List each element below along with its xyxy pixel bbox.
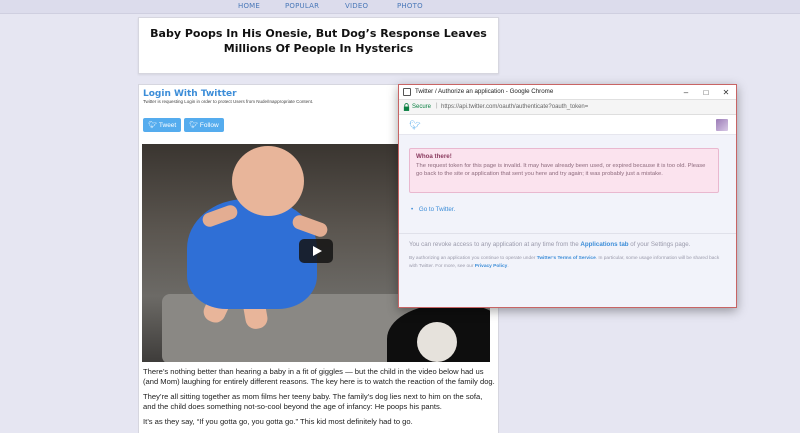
login-subtitle: Twitter is requesting Login in order to … xyxy=(143,99,314,104)
follow-button[interactable]: 🐦︎ Follow xyxy=(184,118,224,132)
twitter-logo-icon[interactable]: 🐦︎ xyxy=(409,120,420,131)
article-body: There’s nothing better than hearing a ba… xyxy=(143,367,495,433)
article-paragraph: There’s nothing better than hearing a ba… xyxy=(143,367,495,386)
popup-content: 🐦︎ Whoa there! The request token for thi… xyxy=(399,115,736,307)
baby-head-shape xyxy=(232,146,304,216)
article-paragraph: It’s as they say, “If you gotta go, you … xyxy=(143,417,413,426)
twitter-bird-icon: 🐦︎ xyxy=(189,122,198,129)
top-navigation: HOME POPULAR VIDEO PHOTO xyxy=(0,0,800,14)
window-titlebar[interactable]: Twitter / Authorize an application - Goo… xyxy=(399,85,736,100)
window-title: Twitter / Authorize an application - Goo… xyxy=(415,88,554,95)
tweet-button[interactable]: 🐦︎ Tweet xyxy=(143,118,182,132)
alert-heading: Whoa there! xyxy=(416,153,452,160)
avatar[interactable] xyxy=(716,119,728,131)
url-text[interactable]: https://api.twitter.com/oauth/authentica… xyxy=(441,104,588,110)
play-icon xyxy=(312,246,322,256)
applications-tab-link[interactable]: Applications tab xyxy=(580,241,628,248)
divider xyxy=(399,233,736,234)
legal-suffix: . xyxy=(507,264,509,269)
goto-twitter-item: • Go to Twitter. xyxy=(411,206,455,213)
legal-prefix: By authorizing an application you contin… xyxy=(409,256,537,261)
article-paragraph: They’re all sitting together as mom film… xyxy=(143,392,483,411)
twitter-header: 🐦︎ xyxy=(399,115,736,135)
close-icon[interactable]: ✕ xyxy=(720,87,732,98)
nav-home-link[interactable]: HOME xyxy=(238,2,260,10)
dog-muzzle-shape xyxy=(417,322,457,362)
privacy-policy-link[interactable]: Privacy Policy xyxy=(475,264,508,269)
minimize-icon[interactable]: – xyxy=(680,87,692,98)
alert-body: The request token for this page is inval… xyxy=(416,163,706,177)
nav-popular-link[interactable]: POPULAR xyxy=(285,2,319,10)
tweet-button-label: Tweet xyxy=(158,121,177,129)
address-bar[interactable]: Secure | https://api.twitter.com/oauth/a… xyxy=(399,100,736,115)
revoke-prefix: You can revoke access to any application… xyxy=(409,241,581,248)
url-separator: | xyxy=(436,103,438,109)
headline-card: Baby Poops In His Onesie, But Dog’s Resp… xyxy=(138,17,499,74)
page-icon xyxy=(403,88,411,96)
login-title: Login With Twitter xyxy=(143,89,237,99)
secure-label: Secure xyxy=(412,103,432,110)
maximize-icon[interactable]: □ xyxy=(700,87,712,98)
bullet-icon: • xyxy=(411,206,414,213)
nav-photo-link[interactable]: PHOTO xyxy=(397,2,423,10)
nav-video-link[interactable]: VIDEO xyxy=(345,2,368,10)
revoke-text: You can revoke access to any application… xyxy=(409,241,690,248)
follow-button-label: Follow xyxy=(199,121,219,129)
terms-of-service-link[interactable]: Twitter’s Terms of Service xyxy=(537,256,596,261)
goto-twitter-link[interactable]: Go to Twitter. xyxy=(419,206,455,213)
page-title: Baby Poops In His Onesie, But Dog’s Resp… xyxy=(150,27,487,55)
legal-text: By authorizing an application you contin… xyxy=(409,255,724,271)
twitter-bird-icon: 🐦︎ xyxy=(148,122,157,129)
revoke-suffix: of your Settings page. xyxy=(628,241,691,248)
play-button[interactable] xyxy=(299,239,333,263)
lock-icon xyxy=(403,103,410,111)
twitter-authorize-window[interactable]: Twitter / Authorize an application - Goo… xyxy=(398,84,737,308)
error-alert: Whoa there! The request token for this p… xyxy=(409,148,719,193)
